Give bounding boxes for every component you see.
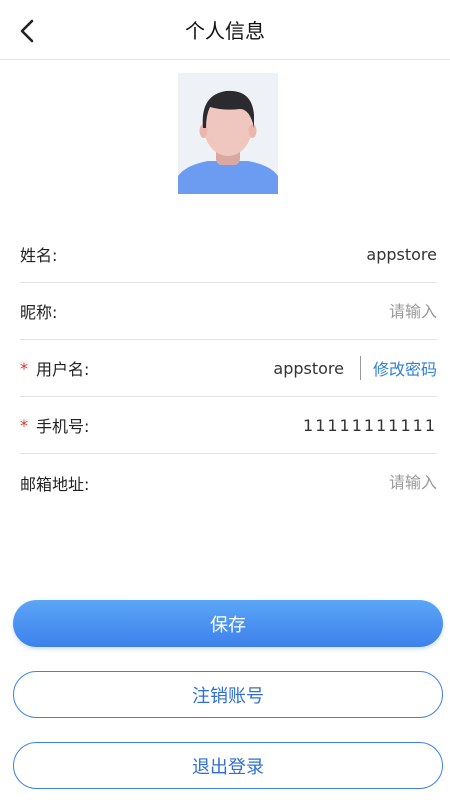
name-label: 姓名: bbox=[20, 242, 57, 266]
nickname-value bbox=[237, 301, 437, 321]
username-row: * 用户名: appstore 修改密码 bbox=[20, 340, 437, 397]
header-bar: 个人信息 bbox=[0, 0, 450, 60]
phone-label-text: 手机号: bbox=[36, 417, 90, 436]
name-label-text: 姓名: bbox=[20, 246, 58, 265]
nickname-label: 昵称: bbox=[20, 299, 57, 323]
required-mark: * bbox=[20, 415, 28, 435]
username-label: * 用户名: bbox=[20, 356, 89, 380]
email-row: 邮箱地址: bbox=[20, 454, 437, 511]
email-label-text: 邮箱地址: bbox=[20, 474, 90, 494]
save-button[interactable]: 保存 bbox=[13, 600, 443, 647]
name-value: appstore bbox=[366, 244, 437, 264]
nickname-row: 昵称: bbox=[20, 283, 437, 340]
name-row: 姓名: appstore bbox=[20, 226, 437, 283]
username-value: appstore bbox=[273, 358, 344, 378]
email-input[interactable] bbox=[237, 473, 437, 492]
profile-form: 姓名: appstore 昵称: * 用户名: appstore 修改密码 * … bbox=[20, 226, 437, 511]
nickname-label-text: 昵称: bbox=[20, 303, 58, 322]
vertical-divider bbox=[359, 356, 361, 380]
person-avatar-icon bbox=[178, 73, 278, 194]
page-title: 个人信息 bbox=[185, 19, 265, 43]
phone-row: * 手机号: 11111111111 bbox=[20, 397, 437, 454]
phone-label: * 手机号: bbox=[20, 413, 89, 437]
required-mark: * bbox=[20, 358, 28, 378]
avatar[interactable] bbox=[178, 73, 278, 194]
username-value-group: appstore 修改密码 bbox=[273, 356, 437, 380]
phone-value: 11111111111 bbox=[303, 415, 437, 435]
email-label: 邮箱地址: bbox=[20, 471, 89, 495]
username-label-text: 用户名: bbox=[36, 360, 90, 379]
email-value bbox=[237, 473, 437, 492]
change-password-link[interactable]: 修改密码 bbox=[373, 356, 437, 380]
logout-button[interactable]: 退出登录 bbox=[13, 742, 443, 789]
nickname-input[interactable] bbox=[237, 301, 437, 321]
deactivate-account-button[interactable]: 注销账号 bbox=[13, 671, 443, 718]
